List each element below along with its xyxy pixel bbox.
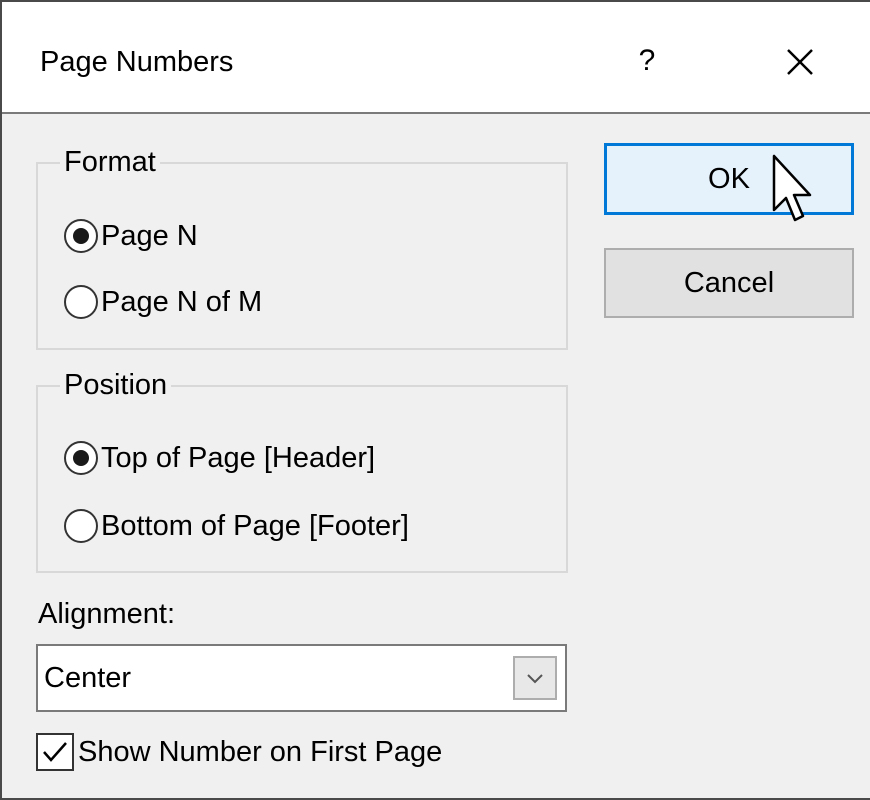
radio-button[interactable] xyxy=(64,509,98,543)
dialog-title: Page Numbers xyxy=(40,46,234,78)
close-button[interactable] xyxy=(774,36,826,88)
chevron-down-icon xyxy=(527,674,543,684)
show-number-first-page[interactable]: Show Number on First Page xyxy=(36,732,442,772)
dropdown-button[interactable] xyxy=(513,656,557,700)
checkmark-icon xyxy=(43,742,67,762)
format-group-label: Format xyxy=(60,148,160,177)
radio-page-n[interactable]: Page N xyxy=(64,218,198,254)
radio-top-of-page[interactable]: Top of Page [Header] xyxy=(64,440,375,476)
radio-label: Page N xyxy=(101,219,198,252)
mouse-cursor-icon xyxy=(772,154,812,222)
checkbox-label: Show Number on First Page xyxy=(78,735,443,768)
radio-button[interactable] xyxy=(64,441,98,475)
format-group xyxy=(36,162,568,350)
help-button[interactable]: ? xyxy=(627,36,667,86)
alignment-label: Alignment: xyxy=(38,598,176,630)
close-icon xyxy=(787,49,813,75)
radio-button[interactable] xyxy=(64,285,98,319)
radio-bottom-of-page[interactable]: Bottom of Page [Footer] xyxy=(64,508,409,544)
radio-label: Bottom of Page [Footer] xyxy=(101,509,409,542)
checkbox[interactable] xyxy=(36,733,74,771)
radio-page-n-of-m[interactable]: Page N of M xyxy=(64,284,262,320)
radio-label: Top of Page [Header] xyxy=(101,441,376,474)
position-group-label: Position xyxy=(60,371,172,400)
alignment-select[interactable]: Center xyxy=(36,644,567,712)
page-numbers-dialog: Page Numbers ? Format Page N Page N of M… xyxy=(0,0,870,800)
cancel-button[interactable]: Cancel xyxy=(604,248,854,318)
alignment-value: Center xyxy=(44,662,132,694)
radio-label: Page N of M xyxy=(101,285,263,318)
title-bar: Page Numbers ? xyxy=(2,2,870,114)
radio-button[interactable] xyxy=(64,219,98,253)
position-group xyxy=(36,385,568,573)
